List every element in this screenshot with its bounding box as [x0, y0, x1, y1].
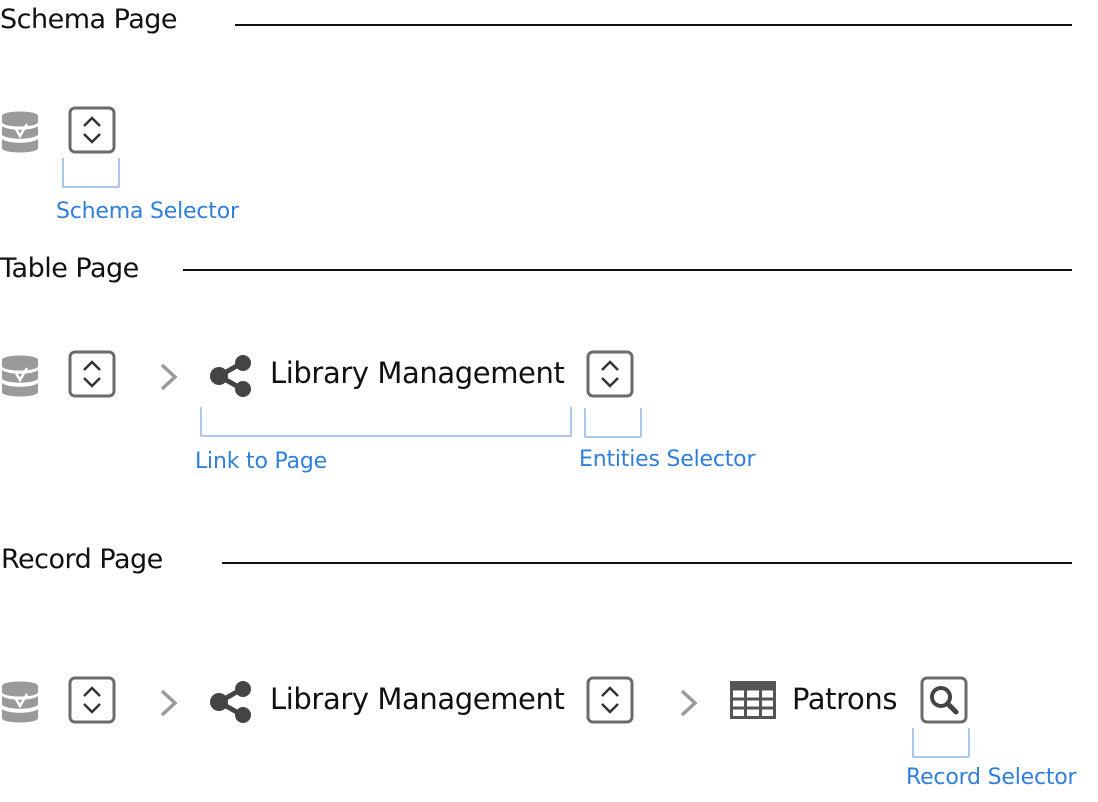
schema-link[interactable]: Library Management — [270, 356, 565, 390]
selector-chevrons-icon — [68, 676, 116, 724]
schema-selector[interactable] — [68, 106, 116, 154]
database-icon — [0, 110, 40, 156]
chevron-right-icon — [678, 688, 700, 718]
schema-selector-bracket — [62, 158, 120, 188]
record-page-divider — [222, 562, 1072, 564]
entities-selector-annotation: Entities Selector — [579, 447, 756, 472]
record-selector-bracket — [912, 728, 970, 758]
schema-link[interactable]: Library Management — [270, 682, 565, 716]
schema-selector-annotation: Schema Selector — [56, 199, 239, 224]
record-selector-annotation: Record Selector — [906, 765, 1077, 790]
entities-selector[interactable] — [586, 350, 634, 398]
table-page-divider — [183, 269, 1072, 271]
table-link[interactable]: Patrons — [792, 682, 897, 716]
database-icon — [0, 354, 40, 400]
table-page-heading: Table Page — [0, 253, 139, 284]
schema-selector[interactable] — [68, 350, 116, 398]
schema-page-heading: Schema Page — [0, 4, 178, 35]
record-page-heading: Record Page — [1, 544, 163, 575]
chevron-right-icon — [158, 362, 180, 392]
entities-selector[interactable] — [586, 676, 634, 724]
entities-selector-bracket — [584, 408, 642, 438]
chevron-right-icon — [158, 688, 180, 718]
selector-chevrons-icon — [586, 350, 634, 398]
link-to-page-bracket — [200, 407, 572, 437]
selector-chevrons-icon — [68, 106, 116, 154]
selector-chevrons-icon — [68, 350, 116, 398]
selector-chevrons-icon — [586, 676, 634, 724]
share-icon[interactable] — [208, 354, 254, 398]
share-icon[interactable] — [208, 680, 254, 724]
table-grid-icon — [730, 681, 776, 719]
search-icon — [920, 676, 968, 724]
database-icon — [0, 680, 40, 726]
link-to-page-annotation: Link to Page — [195, 449, 327, 474]
schema-page-divider — [235, 24, 1072, 26]
record-selector[interactable] — [920, 676, 968, 724]
schema-selector[interactable] — [68, 676, 116, 724]
